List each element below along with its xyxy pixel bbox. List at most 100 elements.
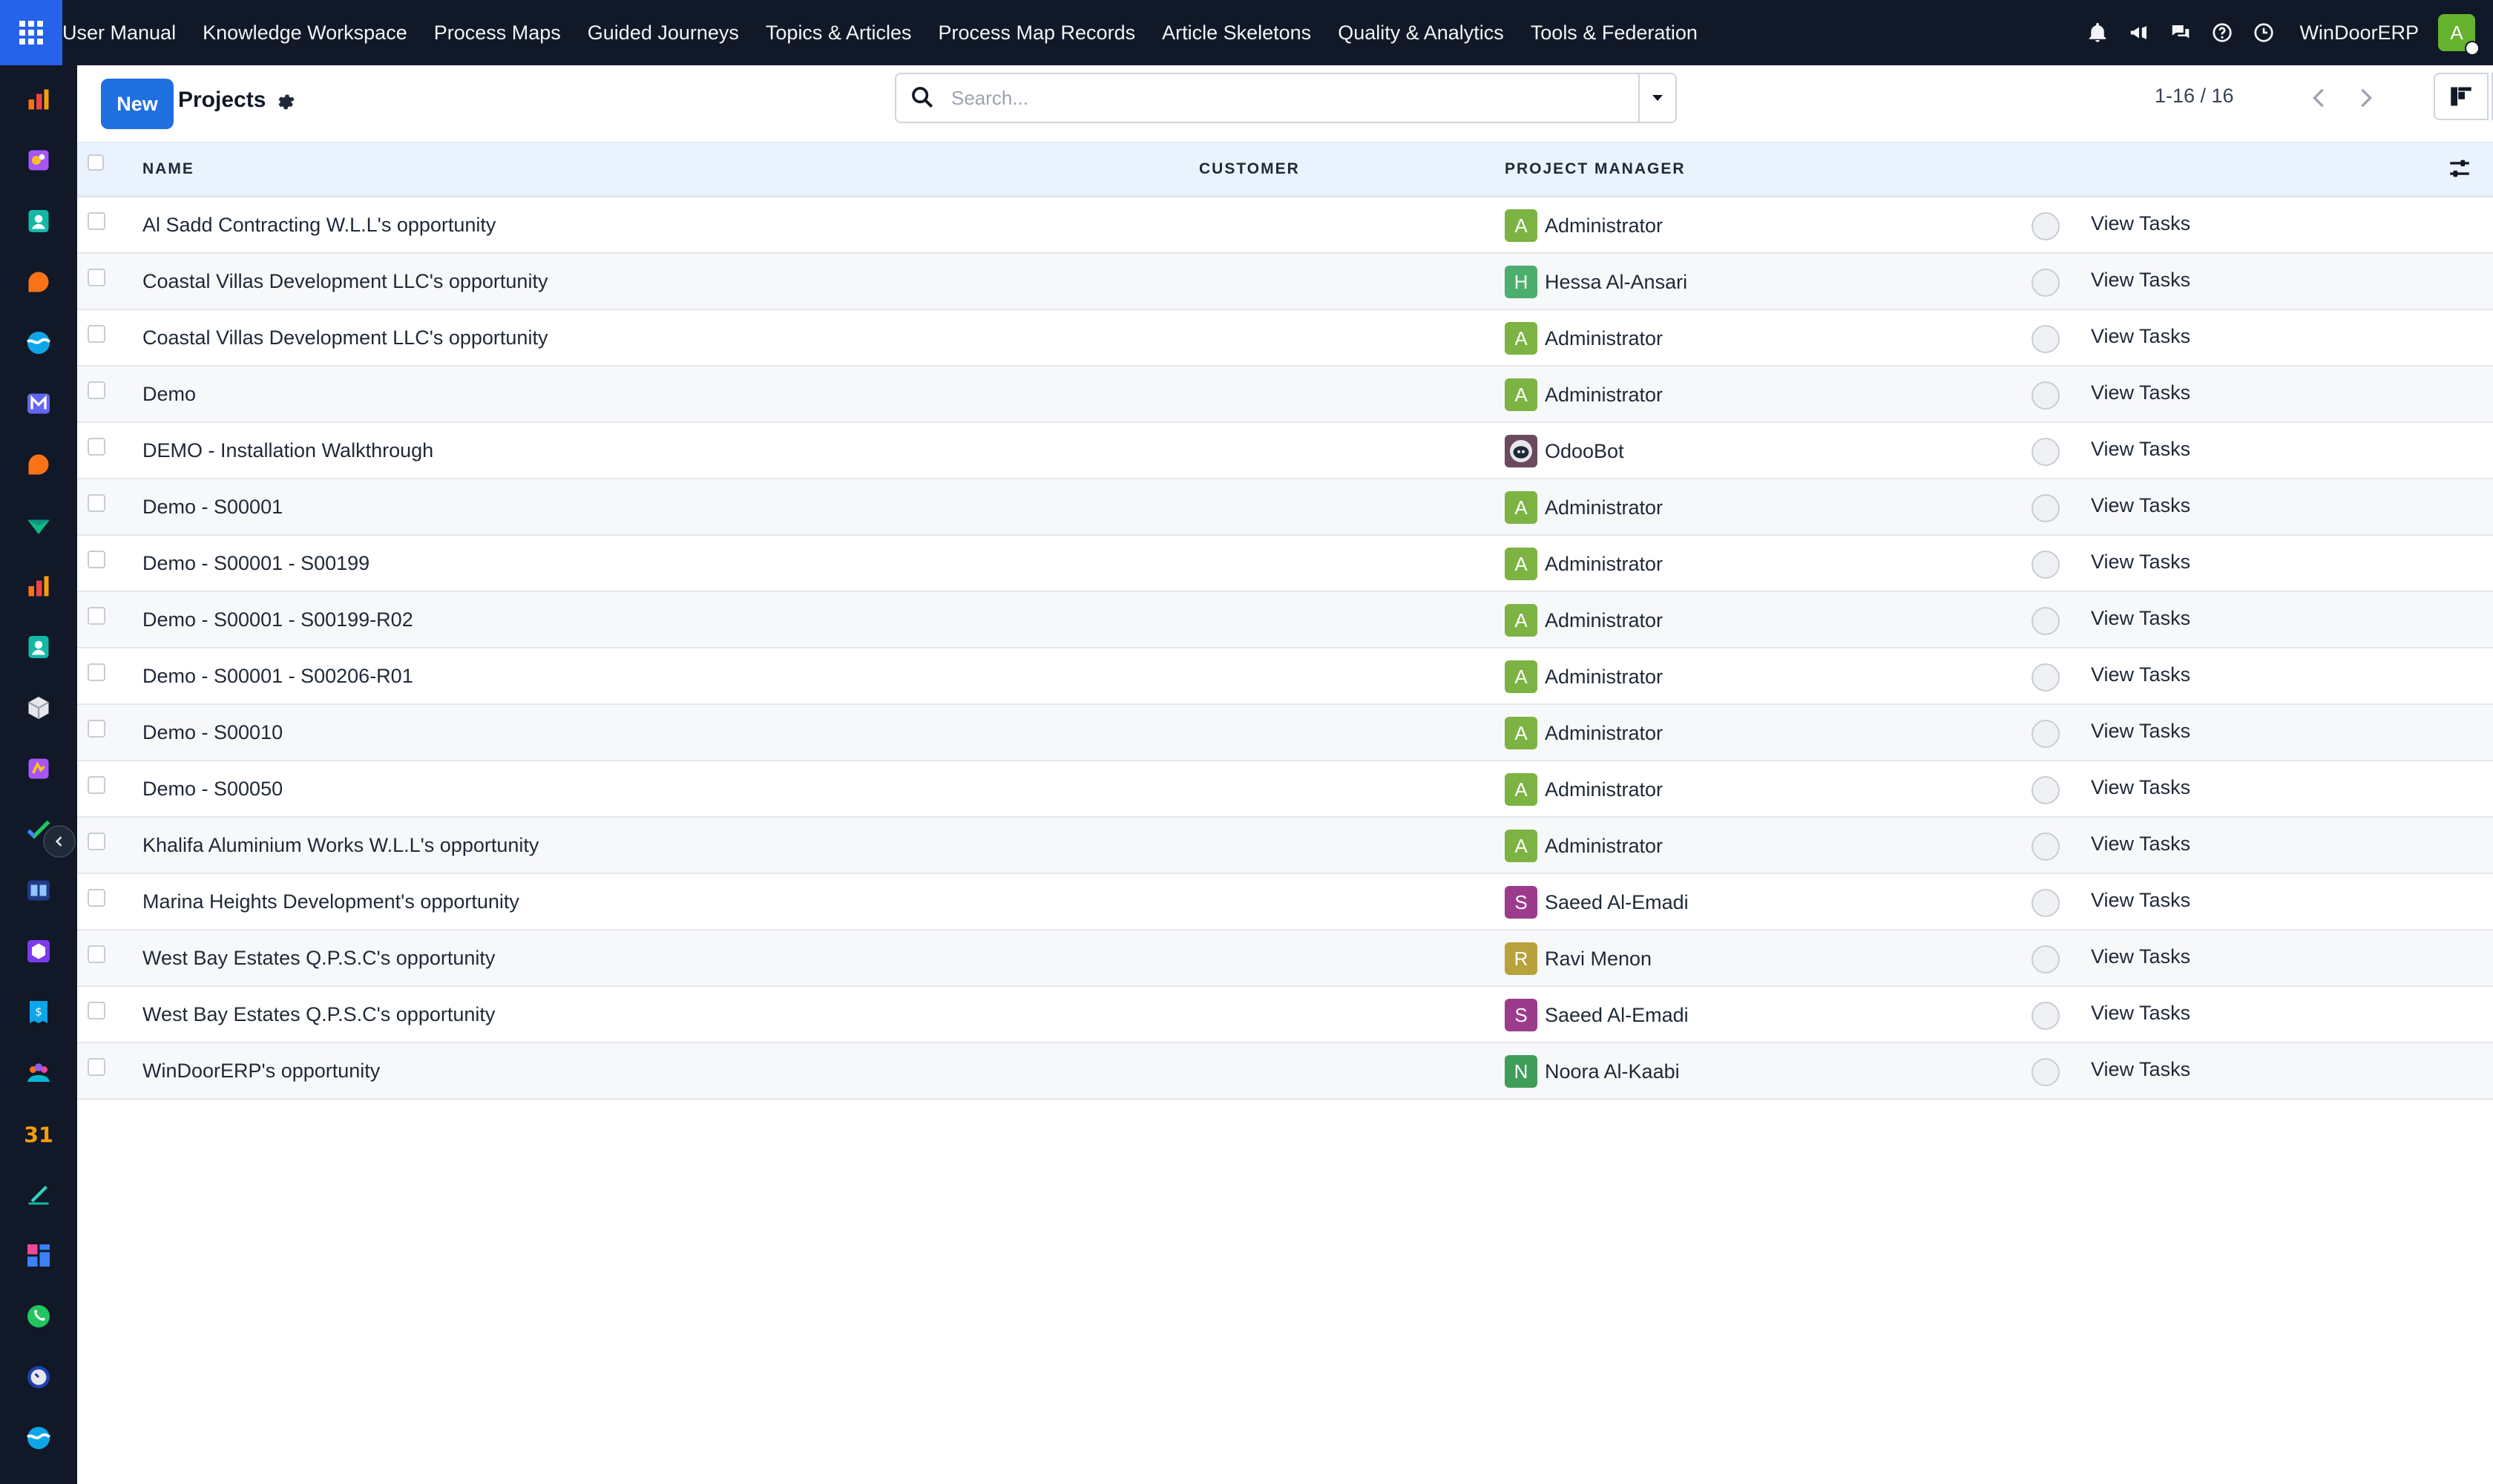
status-indicator[interactable]	[2031, 325, 2060, 353]
project-manager[interactable]: A Administrator	[1505, 548, 1663, 580]
help-icon[interactable]	[2206, 16, 2239, 49]
app-launcher-button[interactable]	[0, 0, 62, 65]
status-indicator[interactable]	[2031, 1058, 2060, 1086]
menu-tools-federation[interactable]: Tools & Federation	[1517, 22, 1711, 45]
table-row[interactable]: Khalifa Aluminium Works W.L.L's opportun…	[77, 818, 2493, 874]
menu-article-skeletons[interactable]: Article Skeletons	[1149, 22, 1324, 45]
status-indicator[interactable]	[2031, 269, 2060, 297]
view-tasks-button[interactable]: View Tasks	[2091, 833, 2190, 856]
clock-icon[interactable]	[2247, 16, 2280, 49]
row-checkbox[interactable]	[88, 1058, 105, 1076]
menu-knowledge-workspace[interactable]: Knowledge Workspace	[189, 22, 421, 45]
column-name[interactable]: NAME	[142, 160, 194, 178]
row-checkbox[interactable]	[88, 325, 105, 343]
gear-icon[interactable]	[275, 91, 300, 116]
dashboards-app-icon[interactable]	[22, 1239, 55, 1272]
status-indicator[interactable]	[2031, 551, 2060, 579]
project-manager[interactable]: OdooBot	[1505, 435, 1624, 467]
pager-previous-button[interactable]	[2299, 76, 2339, 120]
row-checkbox[interactable]	[88, 607, 105, 625]
whatsapp-app-icon[interactable]	[22, 1300, 55, 1333]
project-manager[interactable]: A Administrator	[1505, 660, 1663, 693]
table-row[interactable]: DEMO - Installation Walkthrough OdooBot Vi…	[77, 423, 2493, 479]
project-manager[interactable]: R Ravi Menon	[1505, 942, 1652, 975]
marketing-app-icon[interactable]	[22, 509, 55, 542]
quality-app-icon[interactable]	[22, 752, 55, 785]
company-switcher[interactable]: WinDoorERP	[2299, 22, 2419, 45]
project-manager[interactable]: A Administrator	[1505, 209, 1663, 242]
search-options-toggle[interactable]	[1638, 74, 1675, 122]
table-row[interactable]: Demo - S00001 A Administrator View Tasks	[77, 479, 2493, 536]
column-customer[interactable]: CUSTOMER	[1199, 160, 1300, 178]
row-checkbox[interactable]	[88, 551, 105, 568]
row-checkbox[interactable]	[88, 494, 105, 512]
livechat-app-icon[interactable]	[22, 448, 55, 481]
table-row[interactable]: Demo A Administrator View Tasks	[77, 367, 2493, 423]
invoicing-app-icon[interactable]: $	[22, 996, 55, 1028]
modules-app-icon[interactable]	[22, 935, 55, 968]
view-tasks-button[interactable]: View Tasks	[2091, 607, 2190, 630]
status-indicator[interactable]	[2031, 1002, 2060, 1030]
table-row[interactable]: Marina Heights Development's opportunity…	[77, 874, 2493, 930]
view-tasks-button[interactable]: View Tasks	[2091, 325, 2190, 348]
employees-app-icon[interactable]	[22, 631, 55, 663]
status-indicator[interactable]	[2031, 438, 2060, 466]
status-indicator[interactable]	[2031, 720, 2060, 748]
table-row[interactable]: Demo - S00001 - S00206-R01 A Administrator…	[77, 649, 2493, 705]
team-app-icon[interactable]	[22, 1057, 55, 1089]
user-avatar[interactable]: A	[2438, 14, 2480, 56]
project-manager[interactable]: A Administrator	[1505, 717, 1663, 749]
kanban-view-button[interactable]	[2434, 73, 2489, 120]
view-tasks-button[interactable]: View Tasks	[2091, 720, 2190, 743]
wave-app-icon[interactable]	[22, 1422, 55, 1454]
project-manager[interactable]: S Saeed Al-Emadi	[1505, 886, 1689, 919]
view-tasks-button[interactable]: View Tasks	[2091, 212, 2190, 235]
project-manager[interactable]: A Administrator	[1505, 322, 1663, 355]
project-manager[interactable]: N Noora Al-Kaabi	[1505, 1055, 1680, 1088]
row-checkbox[interactable]	[88, 945, 105, 963]
discuss-app-icon[interactable]	[22, 266, 55, 298]
view-tasks-button[interactable]: View Tasks	[2091, 663, 2190, 686]
dashboard-app-icon[interactable]	[22, 83, 55, 116]
row-checkbox[interactable]	[88, 833, 105, 850]
project-manager[interactable]: A Administrator	[1505, 604, 1663, 637]
row-checkbox[interactable]	[88, 269, 105, 286]
menu-process-map-records[interactable]: Process Map Records	[924, 22, 1149, 45]
status-indicator[interactable]	[2031, 494, 2060, 522]
table-row[interactable]: Demo - S00050 A Administrator View Tasks	[77, 761, 2493, 818]
column-project-manager[interactable]: PROJECT MANAGER	[1505, 160, 1686, 178]
chat-icon[interactable]	[2164, 16, 2197, 49]
project-manager[interactable]: S Saeed Al-Emadi	[1505, 999, 1689, 1031]
row-checkbox[interactable]	[88, 212, 105, 230]
menu-process-maps[interactable]: Process Maps	[421, 22, 574, 45]
table-row[interactable]: West Bay Estates Q.P.S.C's opportunity S S…	[77, 987, 2493, 1043]
sidebar-collapse-button[interactable]	[43, 825, 76, 858]
project-manager[interactable]: A Administrator	[1505, 830, 1663, 862]
bell-icon[interactable]	[2081, 16, 2114, 49]
row-checkbox[interactable]	[88, 889, 105, 907]
project-manager[interactable]: A Administrator	[1505, 491, 1663, 524]
mail-app-icon[interactable]	[22, 387, 55, 420]
menu-topics-articles[interactable]: Topics & Articles	[752, 22, 925, 45]
status-indicator[interactable]	[2031, 663, 2060, 692]
new-button[interactable]: New	[101, 79, 174, 129]
status-indicator[interactable]	[2031, 381, 2060, 410]
project-manager[interactable]: A Administrator	[1505, 773, 1663, 806]
table-row[interactable]: West Bay Estates Q.P.S.C's opportunity R R…	[77, 930, 2493, 987]
menu-user-manual[interactable]: User Manual	[62, 22, 189, 45]
contacts-app-icon[interactable]	[22, 205, 55, 237]
view-tasks-button[interactable]: View Tasks	[2091, 1058, 2190, 1081]
status-indicator[interactable]	[2031, 833, 2060, 861]
view-tasks-button[interactable]: View Tasks	[2091, 945, 2190, 968]
menu-guided-journeys[interactable]: Guided Journeys	[574, 22, 752, 45]
table-row[interactable]: Coastal Villas Development LLC's opportu…	[77, 310, 2493, 367]
view-tasks-button[interactable]: View Tasks	[2091, 269, 2190, 292]
view-tasks-button[interactable]: View Tasks	[2091, 494, 2190, 517]
view-tasks-button[interactable]: View Tasks	[2091, 551, 2190, 574]
project-manager[interactable]: H Hessa Al-Ansari	[1505, 266, 1687, 298]
optional-columns-button[interactable]	[2447, 156, 2475, 184]
view-tasks-button[interactable]: View Tasks	[2091, 438, 2190, 461]
row-checkbox[interactable]	[88, 720, 105, 738]
row-checkbox[interactable]	[88, 776, 105, 794]
stream-app-icon[interactable]	[22, 326, 55, 359]
